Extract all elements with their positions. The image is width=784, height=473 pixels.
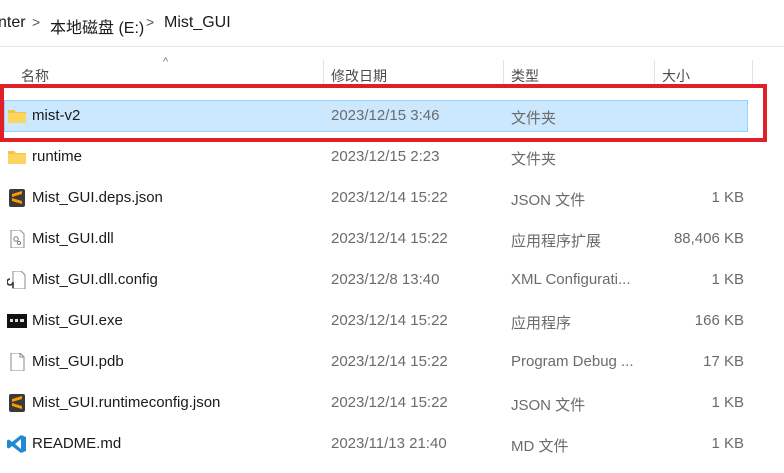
file-date: 2023/12/14 15:22: [331, 189, 448, 206]
file-date: 2023/12/14 15:22: [331, 230, 448, 247]
config-file-icon: [6, 270, 27, 290]
sublime-text-icon: [7, 394, 27, 412]
column-header-name[interactable]: 名称: [21, 66, 49, 86]
file-type: 应用程序: [511, 315, 572, 332]
column-divider[interactable]: [654, 60, 655, 86]
dll-file-icon: [7, 229, 27, 249]
column-divider[interactable]: [503, 60, 504, 86]
column-header-size[interactable]: 大小: [662, 66, 690, 86]
file-type: Program Debug ...: [511, 353, 634, 370]
file-row[interactable]: Mist_GUI.exe 2023/12/14 15:22 应用程序 166 K…: [0, 301, 784, 342]
vscode-icon: [7, 435, 27, 453]
sort-ascending-icon: ^: [163, 56, 169, 68]
folder-icon: [7, 148, 27, 166]
file-date: 2023/12/14 15:22: [331, 394, 448, 411]
file-name: runtime: [32, 148, 83, 165]
file-date: 2023/12/14 15:22: [331, 312, 448, 329]
file-name: README.md: [32, 435, 122, 452]
column-header-date[interactable]: 修改日期: [331, 66, 387, 86]
file-size: 166 KB: [694, 312, 744, 329]
file-size: 1 KB: [711, 189, 744, 206]
file-row[interactable]: Mist_GUI.runtimeconfig.json 2023/12/14 1…: [0, 383, 784, 424]
file-date: 2023/12/14 15:22: [331, 353, 448, 370]
file-name: Mist_GUI.dll.config: [32, 271, 158, 288]
file-row[interactable]: README.md 2023/11/13 21:40 MD 文件 1 KB: [0, 424, 784, 465]
file-type: 文件夹: [511, 151, 557, 168]
column-divider[interactable]: [752, 60, 753, 86]
file-row[interactable]: Mist_GUI.pdb 2023/12/14 15:22 Program De…: [0, 342, 784, 383]
file-row[interactable]: Mist_GUI.dll 2023/12/14 15:22 应用程序扩展 88,…: [0, 219, 784, 260]
exe-app-icon: [7, 312, 27, 330]
file-name: Mist_GUI.dll: [32, 230, 114, 247]
file-type: 应用程序扩展: [511, 233, 602, 250]
file-size: 1 KB: [711, 394, 744, 411]
file-size: 1 KB: [711, 435, 744, 452]
file-size: 17 KB: [703, 353, 744, 370]
breadcrumb: nter > 本地磁盘 (E:) > Mist_GUI: [0, 0, 784, 47]
file-type: MD 文件: [511, 438, 569, 455]
breadcrumb-separator[interactable]: >: [146, 14, 154, 30]
file-name: Mist_GUI.deps.json: [32, 189, 163, 206]
file-name: Mist_GUI.runtimeconfig.json: [32, 394, 221, 411]
annotation-highlight-box: [0, 84, 767, 142]
file-row[interactable]: runtime 2023/12/15 2:23 文件夹: [0, 137, 784, 178]
file-name: Mist_GUI.pdb: [32, 353, 124, 370]
file-name: Mist_GUI.exe: [32, 312, 123, 329]
file-type: JSON 文件: [511, 192, 586, 209]
file-date: 2023/11/13 21:40: [331, 435, 447, 452]
sublime-text-icon: [7, 189, 27, 207]
file-date: 2023/12/15 2:23: [331, 148, 440, 165]
column-divider[interactable]: [323, 60, 324, 86]
breadcrumb-item-drive[interactable]: 本地磁盘 (E:): [50, 14, 144, 38]
file-size: 88,406 KB: [673, 230, 744, 247]
file-type: XML Configurati...: [511, 271, 631, 288]
file-row[interactable]: Mist_GUI.dll.config 2023/12/8 13:40 XML …: [0, 260, 784, 301]
breadcrumb-item-current[interactable]: Mist_GUI: [164, 14, 231, 32]
file-date: 2023/12/8 13:40: [331, 271, 440, 288]
file-size: 1 KB: [711, 271, 744, 288]
breadcrumb-item-parent[interactable]: nter: [0, 14, 26, 32]
column-header-type[interactable]: 类型: [511, 66, 539, 86]
file-type: JSON 文件: [511, 397, 586, 414]
blank-file-icon: [7, 352, 27, 372]
breadcrumb-separator[interactable]: >: [32, 14, 40, 30]
file-row[interactable]: Mist_GUI.deps.json 2023/12/14 15:22 JSON…: [0, 178, 784, 219]
